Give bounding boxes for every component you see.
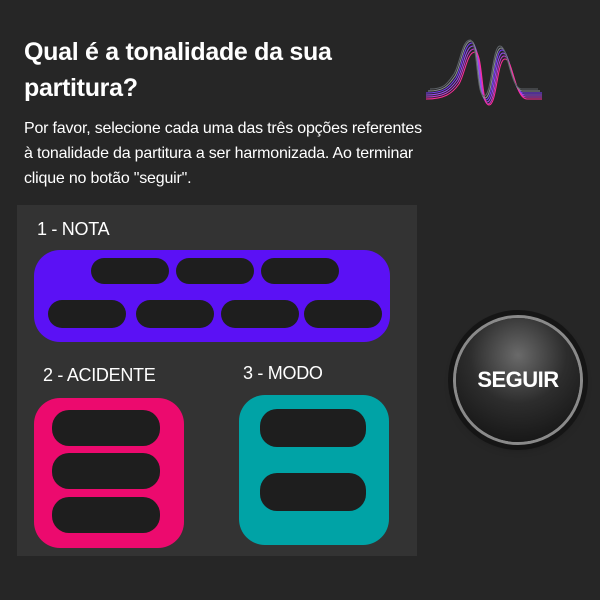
- modo-option[interactable]: [260, 409, 366, 447]
- soundwave-logo-icon: [425, 39, 542, 106]
- nota-option[interactable]: [221, 300, 299, 328]
- nota-option[interactable]: [48, 300, 126, 328]
- nota-option[interactable]: [261, 258, 339, 284]
- acidente-option[interactable]: [52, 453, 160, 489]
- instructions-text: Por favor, selecione cada uma das três o…: [24, 120, 422, 187]
- modo-options-group: [239, 395, 389, 545]
- seguir-button[interactable]: SEGUIR: [456, 318, 580, 442]
- modo-option[interactable]: [260, 473, 366, 511]
- nota-option[interactable]: [304, 300, 382, 328]
- acidente-option[interactable]: [52, 497, 160, 533]
- nota-option[interactable]: [136, 300, 214, 328]
- nota-options-group: [34, 250, 390, 342]
- acidente-options-group: [34, 398, 184, 548]
- section-label-nota: 1 - NOTA: [37, 219, 110, 239]
- acidente-option[interactable]: [52, 410, 160, 446]
- nota-option[interactable]: [91, 258, 169, 284]
- section-label-acidente: 2 - ACIDENTE: [43, 365, 156, 385]
- section-label-modo: 3 - MODO: [243, 363, 323, 383]
- nota-option[interactable]: [176, 258, 254, 284]
- selection-panel: 1 - NOTA 2 - ACIDENTE 3 - MODO: [17, 205, 417, 556]
- page-title: Qual é a tonalidade da sua partitura?: [24, 38, 332, 102]
